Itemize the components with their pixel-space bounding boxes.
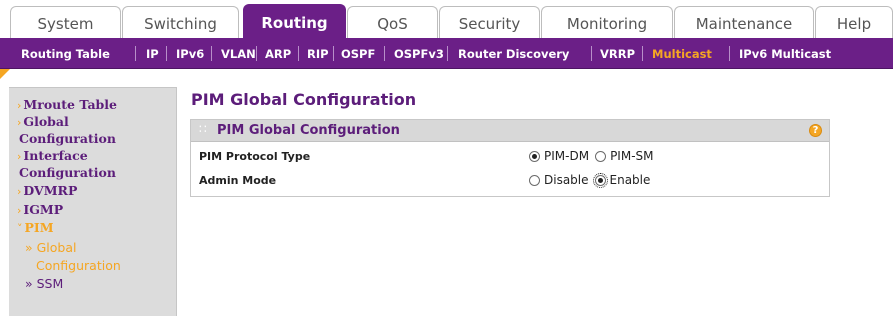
main-tab-bar: System Switching Routing QoS Security Mo… [0, 0, 893, 40]
subnav-divider [166, 46, 167, 61]
subnav-routing-table[interactable]: Routing Table [21, 38, 110, 69]
subnav-divider [135, 46, 136, 61]
tab-help[interactable]: Help [815, 6, 893, 40]
admin-mode-options: Disable Enable [529, 172, 656, 188]
subnav-divider [729, 46, 730, 61]
pim-dm-label: PIM-DM [544, 149, 590, 163]
sidebar-item-label: Interface [23, 148, 88, 163]
subnav-rip[interactable]: RIP [307, 38, 329, 69]
tab-switching[interactable]: Switching [122, 6, 239, 40]
sidebar-item-label: Configuration [19, 165, 116, 180]
subnav-router-discovery[interactable]: Router Discovery [458, 38, 569, 69]
subnav-divider [256, 46, 257, 61]
subnav-multicast[interactable]: Multicast [652, 38, 712, 69]
subnav-vlan[interactable]: VLAN [221, 38, 256, 69]
chevron-right-icon: › [17, 150, 22, 163]
subnav-ospfv3[interactable]: OSPFv3 [394, 38, 444, 69]
pim-dm-radio[interactable] [529, 150, 540, 162]
drag-grip-icon: ∷ [199, 122, 208, 136]
pim-global-configuration-panel: ∷ PIM Global Configuration ? PIM Protoco… [190, 119, 830, 197]
panel-title: PIM Global Configuration [217, 123, 400, 138]
sidebar-item-label: Global [23, 114, 69, 129]
enable-label: Enable [609, 173, 651, 187]
sidebar-subitem-ssm[interactable]: » SSM [25, 275, 63, 292]
page-title: PIM Global Configuration [191, 90, 417, 109]
subnav-arp[interactable]: ARP [265, 38, 291, 69]
pim-sm-label: PIM-SM [610, 149, 654, 163]
subnav-vrrp[interactable]: VRRP [600, 38, 635, 69]
subnav-divider [298, 46, 299, 61]
chevron-right-icon: › [17, 99, 22, 112]
sidebar-item-label: IGMP [23, 202, 64, 217]
tab-qos[interactable]: QoS [347, 6, 438, 40]
sidebar-item-label: Configuration [19, 131, 116, 146]
disable-radio[interactable] [529, 174, 540, 186]
tab-monitoring[interactable]: Monitoring [541, 6, 673, 40]
sidebar-item-mroute-table[interactable]: › Mroute Table [17, 96, 117, 114]
subnav-divider [447, 46, 448, 61]
subnav-divider [591, 46, 592, 61]
nav-corner-arrow [0, 69, 10, 79]
subnav-divider [333, 46, 334, 61]
disable-label: Disable [544, 173, 589, 187]
tab-routing[interactable]: Routing [243, 4, 346, 40]
tab-system[interactable]: System [10, 6, 121, 40]
sidebar-item-pim[interactable]: ˅ PIM [17, 219, 54, 237]
sidebar-subitem-global-configuration-cont[interactable]: Configuration [36, 257, 121, 274]
sidebar-item-igmp[interactable]: › IGMP [17, 201, 63, 219]
panel-header: ∷ PIM Global Configuration ? [191, 120, 829, 142]
sidebar-item-dvmrp[interactable]: › DVMRP [17, 182, 77, 200]
admin-mode-label: Admin Mode [199, 174, 277, 187]
pim-protocol-type-label: PIM Protocol Type [199, 150, 311, 163]
sidebar-item-label: PIM [24, 220, 54, 235]
chevron-right-icon: › [17, 116, 22, 129]
help-icon[interactable]: ? [809, 124, 822, 137]
sidebar-item-global-configuration[interactable]: › Global [17, 113, 69, 131]
subnav-divider [642, 46, 643, 61]
tab-maintenance[interactable]: Maintenance [674, 6, 814, 40]
pim-sm-radio[interactable] [595, 150, 607, 162]
subnav-ip[interactable]: IP [146, 38, 159, 69]
sub-navigation-bar: Routing Table IP IPv6 VLAN ARP RIP OSPF … [0, 38, 893, 69]
subnav-divider [211, 46, 212, 61]
chevron-right-icon: › [17, 185, 22, 198]
sidebar-subitem-global-configuration[interactable]: » Global [25, 239, 77, 256]
subnav-divider [384, 46, 385, 61]
subnav-ipv6-multicast[interactable]: IPv6 Multicast [739, 38, 831, 69]
sidebar-item-interface-configuration[interactable]: › Interface [17, 147, 88, 165]
sidebar-item-label: DVMRP [23, 183, 78, 198]
sidebar: › Mroute Table › Global Configuration › Int… [9, 87, 177, 316]
sidebar-item-global-configuration-cont[interactable]: Configuration [19, 130, 116, 147]
sidebar-item-label: Mroute Table [23, 97, 117, 112]
enable-radio[interactable] [592, 172, 608, 188]
sidebar-item-interface-configuration-cont[interactable]: Configuration [19, 164, 116, 181]
tab-security[interactable]: Security [439, 6, 540, 40]
pim-protocol-type-options: PIM-DM PIM-SM [529, 149, 660, 163]
subnav-ipv6[interactable]: IPv6 [176, 38, 204, 69]
subnav-ospf[interactable]: OSPF [341, 38, 375, 69]
chevron-right-icon: › [17, 204, 22, 217]
chevron-down-icon: ˅ [17, 222, 23, 235]
